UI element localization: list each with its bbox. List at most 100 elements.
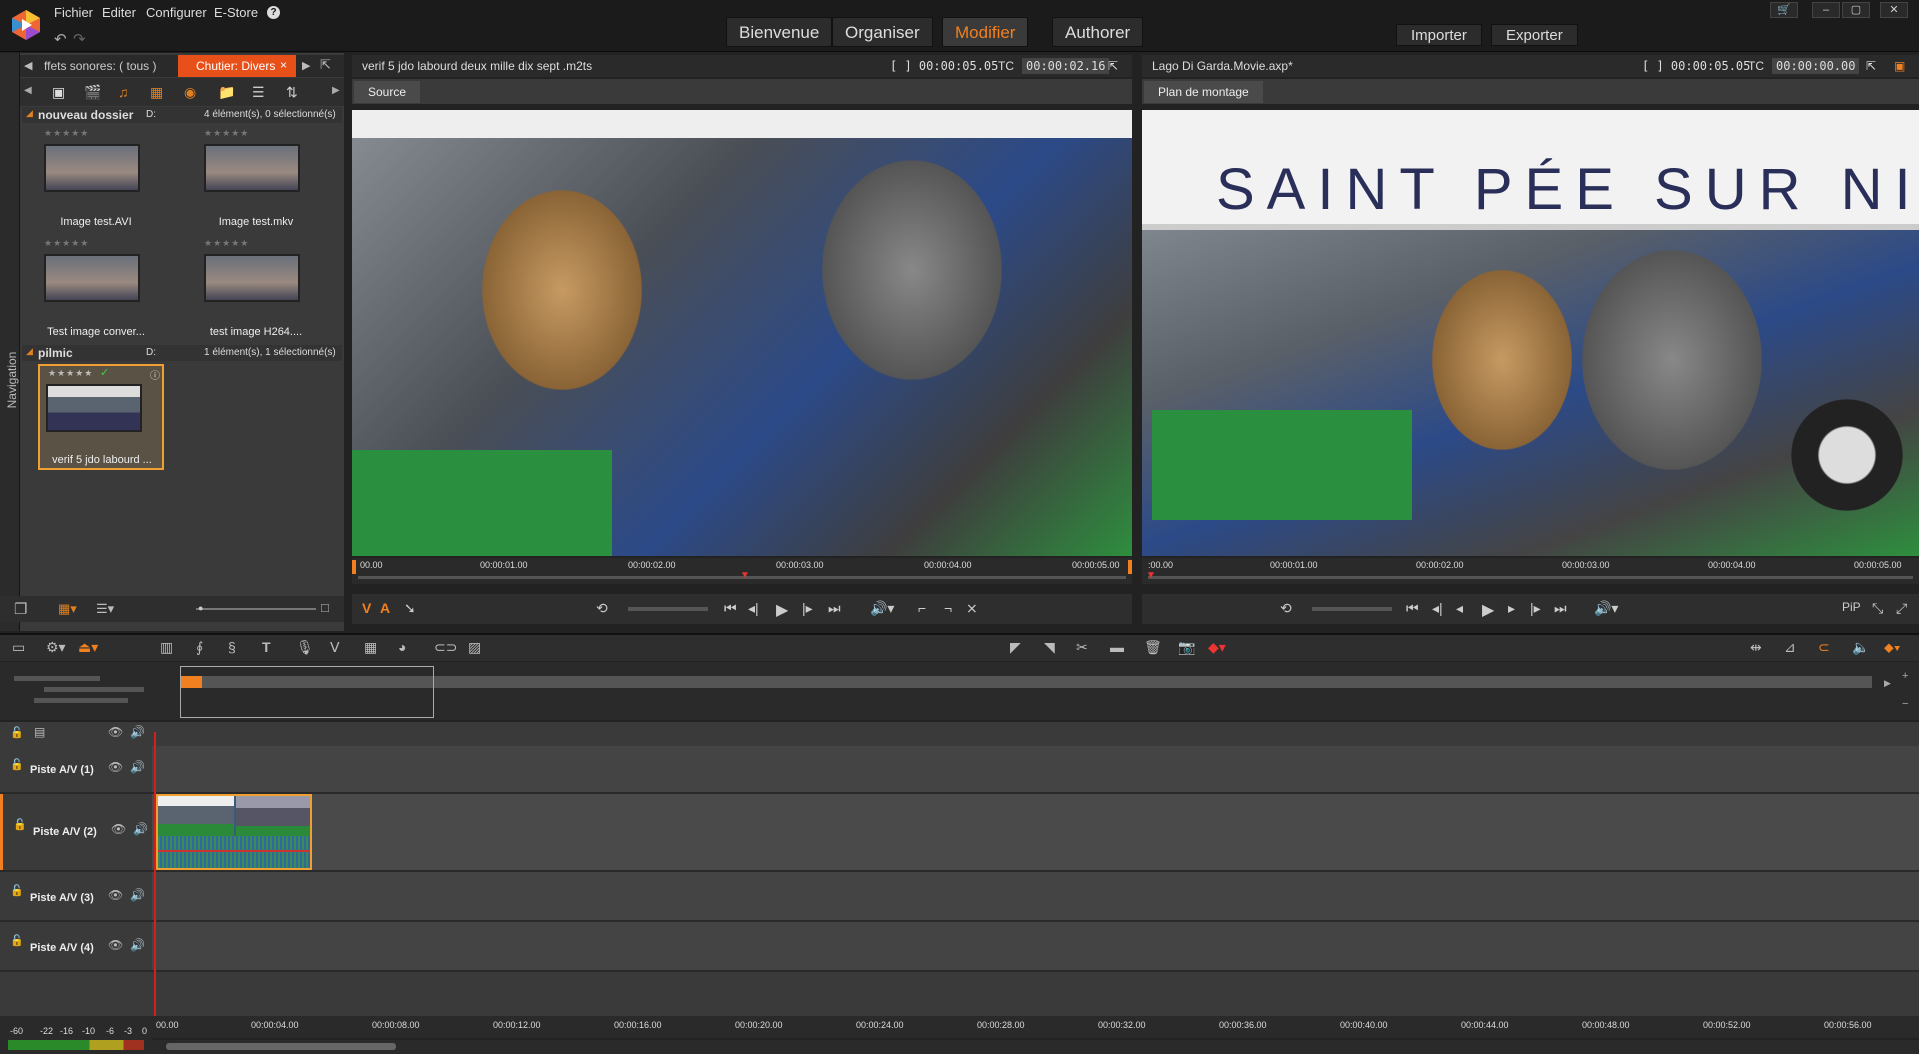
rating-stars[interactable]: ★★★★★ xyxy=(204,128,249,139)
nav-back-icon[interactable]: ◀ xyxy=(24,85,32,96)
color-icon[interactable]: ◕ xyxy=(398,639,406,655)
lock-icon[interactable]: 🔓 xyxy=(10,884,24,897)
import-button[interactable]: Importer xyxy=(1396,24,1482,46)
rating-stars[interactable]: ★★★★★ xyxy=(48,368,93,379)
track-tools-icon[interactable]: ⏏▾ xyxy=(78,639,98,656)
volume-icon[interactable]: 🔊▾ xyxy=(1594,600,1618,617)
mark-in[interactable] xyxy=(352,560,356,574)
program-timecode[interactable]: 00:00:00.00 xyxy=(1772,58,1860,74)
scrub-bar[interactable] xyxy=(1148,576,1913,579)
clip-volume-line[interactable] xyxy=(158,850,310,852)
menu-estore[interactable]: E-Store xyxy=(214,5,258,20)
photo-filter-icon[interactable]: ▦ xyxy=(150,84,163,101)
crop-icon[interactable]: ⤡ xyxy=(1872,600,1883,617)
timeline-scrollbar[interactable] xyxy=(152,1040,1919,1054)
rating-stars[interactable]: ★★★★★ xyxy=(204,238,249,249)
zoom-in-icon[interactable]: + xyxy=(1902,670,1908,682)
split-icon[interactable]: ✂ xyxy=(1076,639,1088,656)
insert-mode-icon[interactable]: ⬥▾ xyxy=(1884,639,1901,656)
lock-icon[interactable]: 🔓 xyxy=(10,758,24,771)
speaker-icon[interactable]: 🔊 xyxy=(130,938,145,952)
track-1[interactable]: 🔓 Piste A/V (1) 👁 🔊 xyxy=(0,746,1919,794)
sort-icon[interactable]: ⇅ xyxy=(286,84,298,101)
menu-file[interactable]: Fichier xyxy=(54,5,93,20)
library-item[interactable]: ★★★★★ Test image conver... xyxy=(36,238,156,338)
speaker-icon[interactable]: 🔊 xyxy=(130,760,145,774)
tab-organize[interactable]: Organiser xyxy=(832,17,933,47)
folder-icon[interactable]: 📁 xyxy=(218,84,235,101)
snapshot-icon[interactable]: 📷 xyxy=(1178,639,1195,656)
audio-mixer-icon[interactable]: ▥ xyxy=(160,639,173,656)
info-icon[interactable]: ⓘ xyxy=(150,367,160,382)
expand-icon[interactable]: ⇱ xyxy=(1108,55,1118,77)
marker-icon[interactable]: ◤ xyxy=(1010,639,1021,656)
menu-edit[interactable]: Editer xyxy=(102,5,136,20)
program-ruler[interactable]: :00.00 00:00:01.00 00:00:02.00 00:00:03.… xyxy=(1142,558,1919,584)
tab-source[interactable]: Source xyxy=(354,81,421,103)
settings-gear-icon[interactable]: ⚙▾ xyxy=(46,639,66,656)
montage-icon[interactable]: ▦ xyxy=(364,639,377,656)
volume-icon[interactable]: 🔊▾ xyxy=(870,600,894,617)
dual-view-icon[interactable]: ▣ xyxy=(1894,55,1905,77)
trash-icon[interactable]: 🗑 xyxy=(1144,639,1162,656)
play-icon[interactable]: ▶ xyxy=(776,600,788,620)
tab-author[interactable]: Authorer xyxy=(1052,17,1144,47)
eye-icon[interactable]: 👁 xyxy=(111,822,126,836)
zoom-out-icon[interactable]: − xyxy=(1902,698,1908,710)
speaker-icon[interactable]: 🔊 xyxy=(130,725,145,739)
track-4[interactable]: 🔓 Piste A/V (4) 👁 🔊 xyxy=(0,922,1919,972)
undo-icon[interactable]: ↶ xyxy=(54,30,67,48)
details-view-icon[interactable]: ☰▾ xyxy=(96,601,114,617)
track-2[interactable]: 🔓 Piste A/V (2) 👁 🔊 xyxy=(0,794,1919,872)
nav-viewport[interactable] xyxy=(180,666,434,718)
copy-icon[interactable]: ❐ xyxy=(14,600,27,618)
tab-bin-active[interactable]: Chutier: Divers × xyxy=(178,55,296,77)
film-icon[interactable]: ▤ xyxy=(34,725,45,739)
library-item[interactable]: ★★★★★ Image test.AVI xyxy=(36,128,156,228)
add-marker-icon[interactable]: ◆▾ xyxy=(1208,639,1226,656)
go-to-end-icon[interactable]: ⏭ xyxy=(828,600,841,617)
audio-track-toggle[interactable]: A xyxy=(380,600,390,616)
fullscreen-icon[interactable]: ⤢ xyxy=(1896,600,1907,617)
lock-icon[interactable]: 🔓 xyxy=(10,934,24,947)
timeline-view-icon[interactable]: ▭ xyxy=(12,639,25,656)
shuttle-wheel[interactable] xyxy=(628,607,708,611)
chevron-right-icon[interactable]: ▶ xyxy=(302,59,310,72)
rewind-icon[interactable]: ◂ xyxy=(1456,600,1463,617)
step-forward-icon[interactable]: |▸ xyxy=(1530,600,1541,617)
nav-scroll-right-icon[interactable]: ▶ xyxy=(1884,678,1891,689)
close-icon[interactable]: ✕ xyxy=(1880,2,1908,18)
folder-header[interactable]: ◢ nouveau dossier D: 4 élément(s), 0 sél… xyxy=(22,107,342,123)
help-icon[interactable]: ? xyxy=(267,6,280,19)
trim-icon[interactable]: ⇹ xyxy=(1750,639,1762,656)
play-icon[interactable]: ▶ xyxy=(1482,600,1494,620)
video-track-toggle[interactable]: V xyxy=(362,600,371,616)
library-item[interactable]: ★★★★★ test image H264.... xyxy=(196,238,316,338)
eye-icon[interactable]: 👁 xyxy=(108,725,123,739)
tab-edit[interactable]: Modifier xyxy=(942,17,1029,47)
eye-icon[interactable]: 👁 xyxy=(108,760,123,774)
transition-icon[interactable]: ᐯ xyxy=(330,639,340,656)
redo-icon[interactable]: ↷ xyxy=(73,30,86,48)
folder-header[interactable]: ◢ pilmic D: 1 élément(s), 1 sélectionné(… xyxy=(22,345,342,361)
marker-out-icon[interactable]: ◥ xyxy=(1044,639,1055,656)
library-item[interactable]: ★★★★★ Image test.mkv xyxy=(196,128,316,228)
library-item-selected[interactable]: ★★★★★ ✓ ⓘ verif 5 jdo labourd ... xyxy=(38,364,164,470)
scorefitter-icon[interactable]: ∮ xyxy=(196,639,203,656)
timeline-clip[interactable] xyxy=(156,794,312,870)
tab-timeline-view[interactable]: Plan de montage xyxy=(1144,81,1263,103)
minimize-icon[interactable]: – xyxy=(1812,2,1840,18)
magnet-icon[interactable]: ⊂ xyxy=(1818,639,1830,656)
shuttle-wheel[interactable] xyxy=(1312,607,1392,611)
music-filter-icon[interactable]: ♫ xyxy=(118,84,129,100)
navigation-strip[interactable]: Navigation xyxy=(0,53,20,631)
chevron-left-icon[interactable]: ◀ xyxy=(24,59,32,72)
loop-icon[interactable]: ⟲ xyxy=(1280,600,1292,617)
playhead-marker[interactable]: ▼ xyxy=(740,570,750,581)
razor-icon[interactable]: ▬ xyxy=(1110,639,1124,655)
loop-icon[interactable]: ⟲ xyxy=(596,600,608,617)
link-icon[interactable]: ⊂⊃ xyxy=(434,639,457,656)
video-filter-icon[interactable]: 🎬 xyxy=(84,84,101,101)
grid-view-icon[interactable]: ▦▾ xyxy=(58,601,77,617)
track-3[interactable]: 🔓 Piste A/V (3) 👁 🔊 xyxy=(0,872,1919,922)
